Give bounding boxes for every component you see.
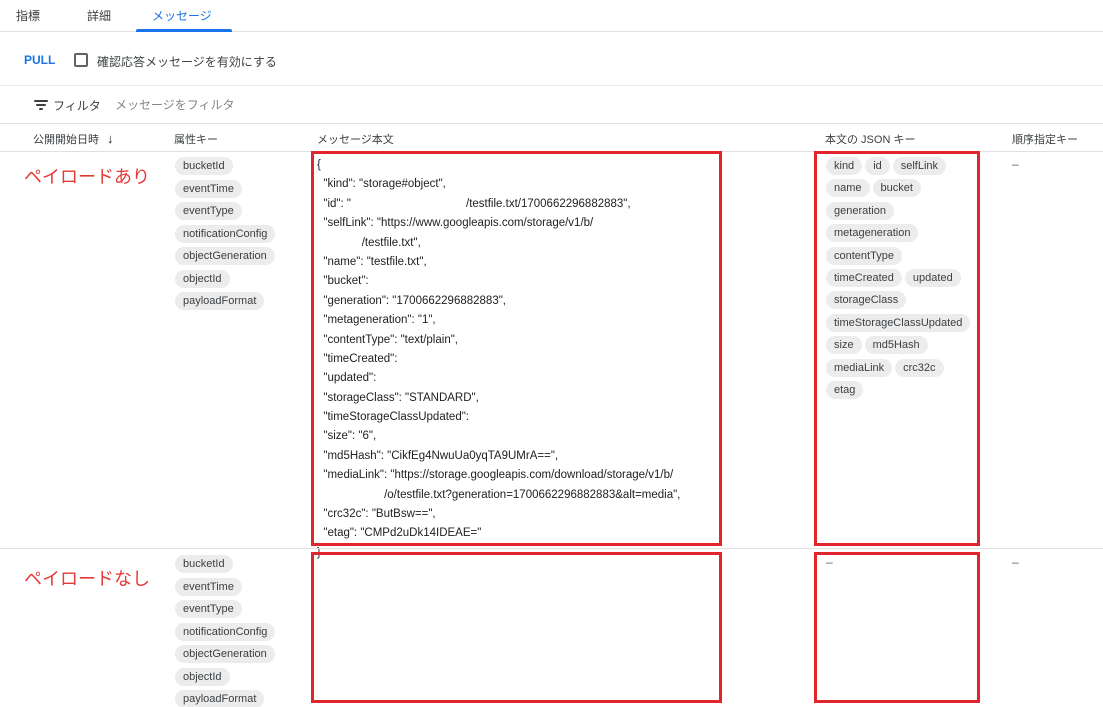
json-key-row: name bucket [826, 179, 976, 201]
attribute-chip: objectId [175, 667, 230, 686]
json-key-chip: bucket [872, 179, 921, 198]
attribute-chip: payloadFormat [175, 292, 265, 310]
json-key-row: storageClass [826, 291, 976, 313]
json-key-chip: storageClass [826, 291, 907, 310]
column-header-attribute-keys: 属性キー [174, 134, 218, 146]
attribute-chip: payloadFormat [175, 690, 265, 707]
message-body-line: "contentType": "text/plain", [317, 333, 458, 346]
attribute-chip: notificationConfig [175, 622, 276, 641]
column-header-json-keys: 本文の JSON キー [825, 134, 916, 146]
message-body-line: "timeCreated": [317, 352, 398, 365]
message-body-json: { "kind": "storage#object", "id": " /tes… [317, 156, 717, 563]
json-key-chip: selfLink [892, 157, 947, 175]
json-key-chip: size [826, 336, 862, 355]
filter-label: フィルタ [53, 99, 101, 113]
filter-list-icon[interactable] [34, 100, 48, 111]
tab-details[interactable]: 詳細 [87, 7, 111, 24]
highlight-box-json-keys-empty [814, 552, 980, 703]
json-key-chip: name [826, 179, 870, 198]
json-key-chip: updated [904, 268, 961, 287]
column-header-message-body: メッセージ本文 [317, 134, 394, 146]
json-key-chip: timeStorageClassUpdated [826, 313, 971, 332]
json-key-chip: metageneration [826, 224, 919, 243]
json-key-row: mediaLink crc32c [826, 358, 976, 381]
column-header-publish-time[interactable]: 公開開始日時 ↓ [33, 131, 114, 147]
attribute-chip: bucketId [175, 157, 233, 175]
attribute-chip: eventType [175, 600, 242, 618]
json-key-chip: crc32c [895, 358, 944, 377]
attribute-chip-list: bucketId eventTime eventType notificatio… [175, 555, 276, 707]
attribute-chip: eventType [175, 202, 242, 220]
arrow-downward-icon[interactable]: ↓ [107, 131, 114, 146]
attribute-chip: objectId [175, 269, 230, 288]
message-body-line: "etag": "CMPd2uDk14IDEAE=" [317, 527, 482, 540]
ack-messages-checkbox-label: 確認応答メッセージを有効にする [97, 55, 277, 69]
row-annotation-without-payload: ペイロードなし [24, 569, 150, 589]
json-key-row: etag [826, 380, 976, 403]
ordering-key-value: – [1012, 157, 1019, 171]
ordering-key-value: – [1012, 555, 1019, 569]
json-key-row: size md5Hash [826, 336, 976, 358]
column-header-ordering-key: 順序指定キー [1012, 134, 1078, 146]
ack-messages-checkbox[interactable] [74, 53, 88, 67]
attribute-chip: notificationConfig [175, 224, 276, 243]
row-divider [0, 548, 1103, 549]
message-body-line: "id": " /testfile.txt/1700662296882883", [317, 197, 631, 210]
message-body-line: "mediaLink": "https://storage.googleapis… [317, 469, 674, 482]
message-body-line: /testfile.txt", [317, 236, 421, 249]
json-key-chip: kind [826, 157, 863, 175]
json-key-row: metageneration [826, 224, 976, 246]
attribute-chip: objectGeneration [175, 645, 275, 663]
message-body-line: "md5Hash": "CikfEg4NwuUa0yqTA9UMrA==", [317, 449, 559, 462]
json-key-chip: md5Hash [864, 336, 928, 355]
toolbar-divider [0, 85, 1103, 86]
json-key-row: timeCreated updated [826, 268, 976, 291]
message-body-line: "name": "testfile.txt", [317, 255, 427, 268]
attribute-chip: eventTime [175, 179, 242, 198]
attribute-chip: objectGeneration [175, 247, 275, 265]
message-body-line: "size": "6", [317, 430, 377, 443]
column-header-publish-time-label: 公開開始日時 [33, 134, 99, 146]
row-annotation-with-payload: ペイロードあり [24, 167, 150, 187]
attribute-chip: eventTime [175, 577, 242, 596]
json-key-row: contentType [826, 246, 976, 269]
json-keys-empty-value: – [826, 555, 833, 569]
tab-messages[interactable]: メッセージ [152, 7, 212, 24]
message-body-line: "updated": [317, 372, 377, 385]
highlight-box-message-body-empty [311, 552, 722, 703]
json-key-row: timeStorageClassUpdated [826, 313, 976, 336]
tab-bar: 指標 詳細 メッセージ [0, 0, 1103, 32]
filter-input[interactable] [115, 95, 415, 115]
message-body-line: "kind": "storage#object", [317, 178, 446, 191]
message-body-line: "metageneration": "1", [317, 314, 436, 327]
message-body-line: "crc32c": "ButBsw==", [317, 508, 436, 521]
json-key-row: generation [826, 201, 976, 224]
json-key-chip: generation [826, 201, 894, 220]
json-key-chip: contentType [826, 246, 902, 265]
filter-bar: フィルタ [0, 94, 1103, 118]
message-body-line: "bucket": [317, 275, 369, 288]
message-body-line: { [317, 159, 321, 171]
table-header: 公開開始日時 ↓ 属性キー メッセージ本文 本文の JSON キー 順序指定キー [0, 123, 1103, 152]
message-body-line: "selfLink": "https://www.googleapis.com/… [317, 217, 594, 230]
json-key-chip: id [865, 157, 890, 175]
message-body-line: /o/testfile.txt?generation=1700662296882… [317, 488, 681, 501]
json-key-chip: timeCreated [826, 268, 902, 287]
message-body-line: "timeStorageClassUpdated": [317, 411, 469, 424]
active-tab-indicator [136, 29, 232, 32]
message-body-line: "storageClass": "STANDARD", [317, 391, 479, 404]
json-key-chip: etag [826, 380, 864, 399]
attribute-chip-list: bucketId eventTime eventType notificatio… [175, 157, 276, 315]
pull-button[interactable]: PULL [24, 53, 55, 67]
json-key-chip-list: kind id selfLink name bucket generation met… [826, 157, 976, 403]
message-body-line: "generation": "1700662296882883", [317, 294, 506, 307]
attribute-chip: bucketId [175, 555, 233, 573]
tab-metrics[interactable]: 指標 [16, 7, 40, 24]
message-toolbar: PULL 確認応答メッセージを有効にする [0, 47, 1103, 77]
json-key-row: kind id selfLink [826, 157, 976, 179]
json-key-chip: mediaLink [826, 358, 893, 377]
